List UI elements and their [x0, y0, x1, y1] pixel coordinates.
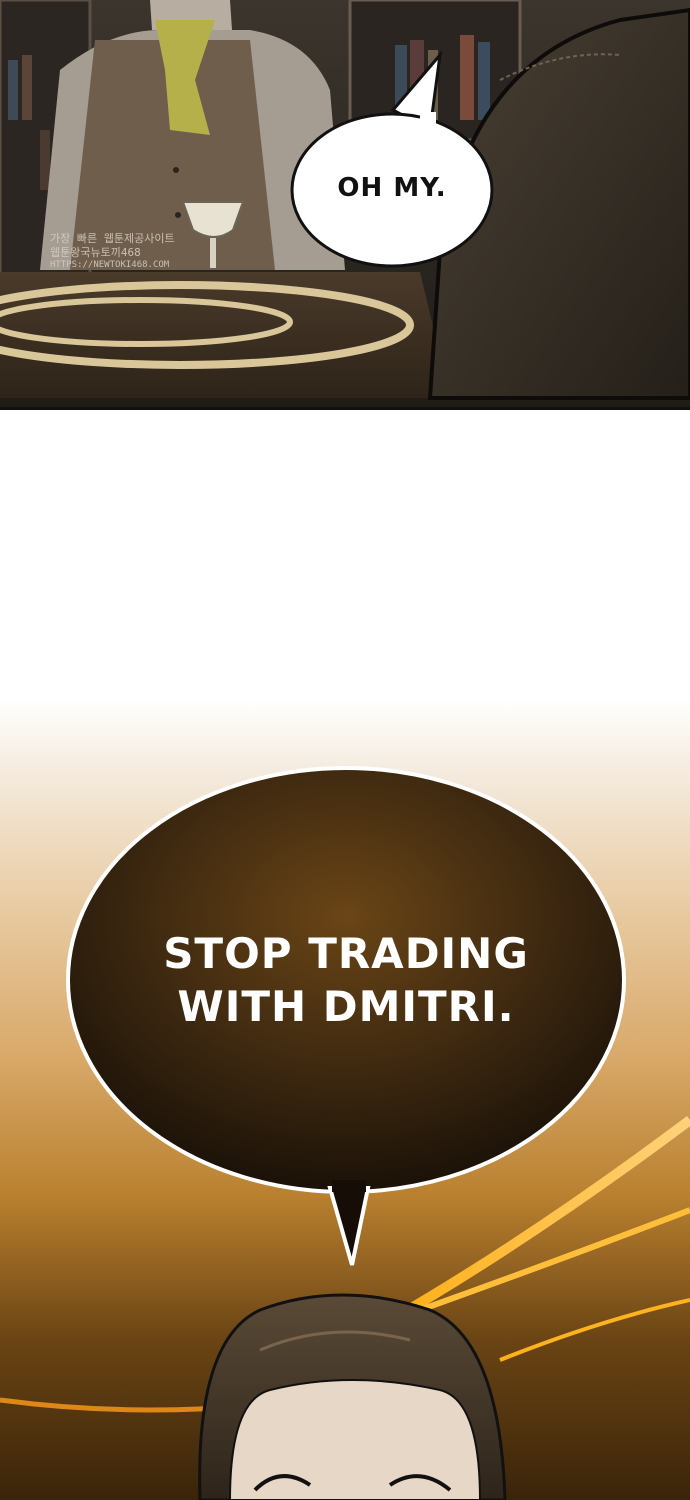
goblet-stem — [210, 238, 216, 268]
glow-streak — [418, 1207, 690, 1313]
panel-bottom-artwork — [0, 766, 690, 1500]
speech-text-stop-trading: STOP TRADING WITH DMITRI. — [120, 928, 572, 1033]
vest-button — [175, 212, 181, 218]
vest-button — [173, 167, 179, 173]
comic-panel-top: OH MY. 가장 빠른 웹툰제공사이트 웹툰왕국뉴토끼468 HTTPS://… — [0, 0, 690, 410]
site-watermark: 가장 빠른 웹툰제공사이트 웹툰왕국뉴토끼468 HTTPS://NEWTOKI… — [50, 232, 175, 271]
book — [460, 35, 474, 120]
bubble-tail-joint — [420, 112, 436, 134]
comic-panel-bottom: STOP TRADING WITH DMITRI. — [0, 700, 690, 1500]
book — [22, 55, 32, 120]
speech-line-2: WITH DMITRI. — [177, 981, 515, 1031]
glow-streak — [499, 1298, 690, 1362]
book — [8, 60, 18, 120]
watermark-line-3: HTTPS://NEWTOKI468.COM — [50, 259, 170, 270]
speech-line-1: STOP TRADING — [163, 929, 529, 978]
watermark-line-2: 웹툰왕국뉴토끼468 — [50, 245, 141, 259]
speech-text-oh-my: OH MY. — [337, 173, 447, 203]
watermark-line-1: 가장 빠른 웹툰제공사이트 — [50, 232, 175, 245]
bubble-tail-joint — [332, 1180, 366, 1192]
panel-top-artwork — [0, 0, 690, 407]
speech-bubble-dark-tail — [327, 1186, 371, 1266]
book — [478, 42, 490, 120]
panel-gutter — [0, 410, 690, 710]
book — [40, 130, 50, 190]
